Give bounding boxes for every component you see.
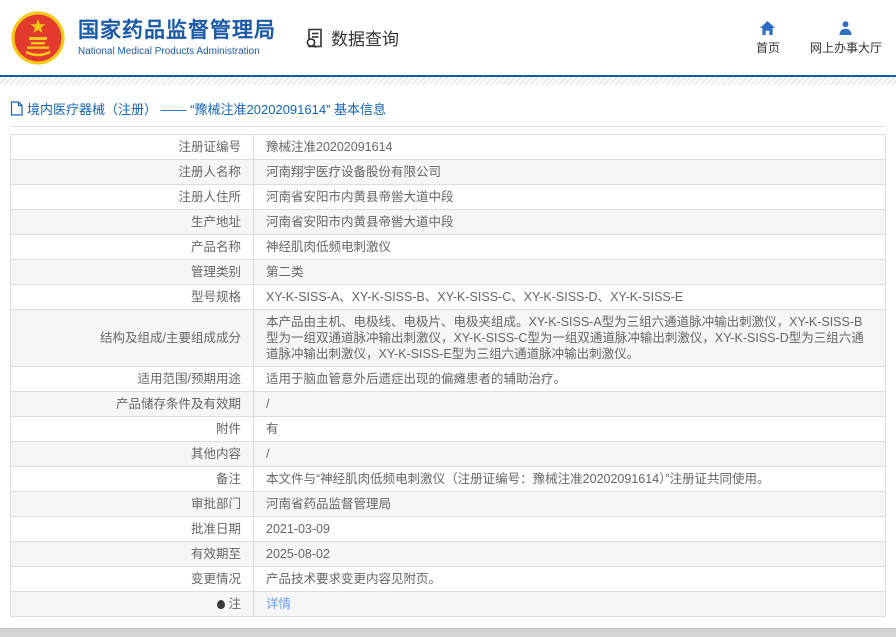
note-pin-icon (217, 600, 226, 609)
row-label: 管理类别 (10, 259, 254, 285)
breadcrumb: 境内医疗器械（注册） —— “豫械注准20202091614” 基本信息 (10, 85, 886, 118)
page: 国家药品监督管理局 National Medical Products Admi… (0, 0, 896, 637)
breadcrumb-text: 境内医疗器械（注册） —— “豫械注准20202091614” 基本信息 (27, 102, 387, 117)
row-label: 附件 (10, 416, 254, 442)
row-value: XY-K-SISS-A、XY-K-SISS-B、XY-K-SISS-C、XY-K… (253, 284, 886, 310)
row-value: 第二类 (253, 259, 886, 285)
row-value: 本产品由主机、电极线、电极片、电极夹组成。XY-K-SISS-A型为三组六通道脉… (253, 309, 886, 367)
row-label: 其他内容 (10, 441, 254, 467)
row-label: 批准日期 (10, 516, 254, 542)
row-value: 河南翔宇医疗设备股份有限公司 (253, 159, 886, 185)
detail-link[interactable]: 详情 (266, 597, 291, 611)
row-value: 河南省安阳市内黄县帝喾大道中段 (253, 184, 886, 210)
table-row: 注册证编号 豫械注准20202091614 (10, 134, 886, 160)
table-row: 变更情况 产品技术要求变更内容见附页。 (10, 566, 886, 592)
table-row: 其他内容 / (10, 441, 886, 467)
title-block: 国家药品监督管理局 National Medical Products Admi… (78, 18, 276, 57)
site-header: 国家药品监督管理局 National Medical Products Admi… (0, 0, 896, 75)
table-row: 审批部门 河南省药品监督管理局 (10, 491, 886, 517)
table-row: 产品储存条件及有效期 / (10, 391, 886, 417)
footer-strip (0, 628, 896, 637)
table-row: 管理类别 第二类 (10, 259, 886, 285)
info-table: 注册证编号 豫械注准20202091614 注册人名称 河南翔宇医疗设备股份有限公司注… (10, 134, 886, 617)
row-label: 型号规格 (10, 284, 254, 310)
row-label: 注 (10, 591, 254, 617)
row-value: 豫械注准20202091614 (253, 134, 886, 160)
table-row: 注册人住所 河南省安阳市内黄县帝喾大道中段 (10, 184, 886, 210)
nav-home-label: 首页 (755, 40, 780, 55)
document-search-icon (304, 27, 326, 49)
row-label: 审批部门 (10, 491, 254, 517)
table-row: 结构及组成/主要组成成分 本产品由主机、电极线、电极片、电极夹组成。XY-K-SI… (10, 309, 886, 367)
nav-online-hall[interactable]: 网上办事大厅 (810, 20, 882, 56)
breadcrumb-separator (10, 126, 886, 127)
table-row: 有效期至 2025-08-02 (10, 541, 886, 567)
table-row: 附件有 (10, 416, 886, 442)
row-label: 变更情况 (10, 566, 254, 592)
table-row: 注册人名称 河南翔宇医疗设备股份有限公司 (10, 159, 886, 185)
row-value: 河南省药品监督管理局 (253, 491, 886, 517)
table-row: 批准日期 2021-03-09 (10, 516, 886, 542)
row-value: 产品技术要求变更内容见附页。 (253, 566, 886, 592)
row-label: 注册人名称 (10, 159, 254, 185)
table-row: 型号规格 XY-K-SISS-A、XY-K-SISS-B、XY-K-SISS-C、… (10, 284, 886, 310)
data-query-label: 数据查询 (331, 30, 399, 49)
row-label: 注册证编号 (10, 134, 254, 160)
table-row: 生产地址 河南省安阳市内黄县帝喾大道中段 (10, 209, 886, 235)
row-value: 本文件与“神经肌肉低频电刺激仪（注册证编号：豫械注准20202091614）”注… (253, 466, 886, 492)
row-value: 适用于脑血管意外后遗症出现的偏瘫患者的辅助治疗。 (253, 366, 886, 392)
nav-online-hall-label: 网上办事大厅 (809, 40, 882, 55)
site-title: 国家药品监督管理局 (78, 19, 276, 42)
row-value: 神经肌肉低频电刺激仪 (253, 234, 886, 260)
nav-home[interactable]: 首页 (756, 20, 780, 56)
row-label: 注册人住所 (10, 184, 254, 210)
hatch-strip (0, 77, 896, 85)
row-value: 详情 (253, 591, 886, 617)
document-icon (10, 101, 23, 116)
national-emblem-icon (10, 10, 66, 66)
row-label: 备注 (10, 466, 254, 492)
home-icon (759, 20, 776, 36)
row-label: 适用范围/预期用途 (10, 366, 254, 392)
row-value: 2025-08-02 (253, 541, 886, 567)
row-label: 生产地址 (10, 209, 254, 235)
row-label: 产品储存条件及有效期 (10, 391, 254, 417)
row-label: 有效期至 (10, 541, 254, 567)
table-row: 适用范围/预期用途 适用于脑血管意外后遗症出现的偏瘫患者的辅助治疗。 (10, 366, 886, 392)
table-row: 备注 本文件与“神经肌肉低频电刺激仪（注册证编号：豫械注准20202091614）… (10, 466, 886, 492)
info-table-body: 注册证编号 豫械注准20202091614 注册人名称 河南翔宇医疗设备股份有限公司注… (10, 134, 886, 617)
main-content: 境内医疗器械（注册） —— “豫械注准20202091614” 基本信息 注册证… (0, 85, 896, 617)
site-subtitle: National Medical Products Administration (78, 46, 260, 57)
row-label: 产品名称 (10, 234, 254, 260)
header-nav: 首页 网上办事大厅 (756, 20, 882, 56)
row-value: / (253, 441, 886, 467)
row-value: / (253, 391, 886, 417)
row-value: 河南省安阳市内黄县帝喾大道中段 (253, 209, 886, 235)
table-row: 产品名称 神经肌肉低频电刺激仪 (10, 234, 886, 260)
data-query-section[interactable]: 数据查询 (304, 25, 399, 50)
row-label: 结构及组成/主要组成成分 (10, 309, 254, 367)
user-icon (837, 20, 854, 36)
table-row: 注详情 (10, 591, 886, 617)
row-value: 有 (253, 416, 886, 442)
row-value: 2021-03-09 (253, 516, 886, 542)
